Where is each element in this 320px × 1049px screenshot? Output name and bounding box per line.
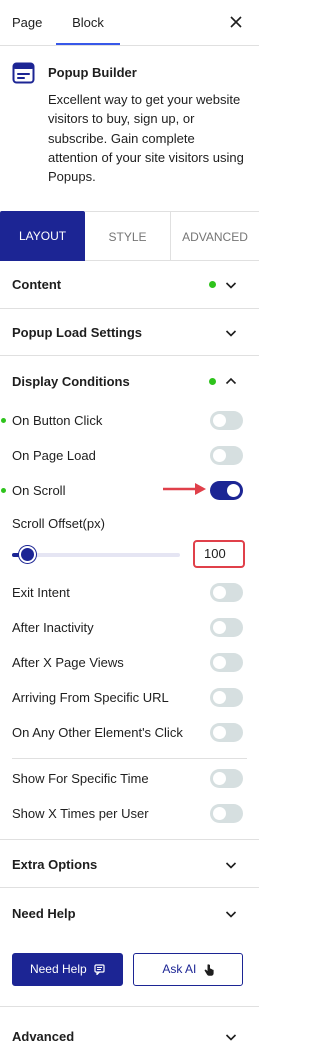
label-after-x-page-views: After X Page Views	[12, 655, 124, 670]
label-on-page-load: On Page Load	[12, 448, 96, 463]
tab-block[interactable]: Block	[56, 0, 120, 46]
section-title-display-conditions: Display Conditions	[12, 374, 130, 389]
ask-ai-button[interactable]: Ask AI	[133, 953, 243, 986]
modified-dot	[1, 488, 6, 493]
toggle-knob	[213, 414, 226, 427]
chevron-down-icon[interactable]	[224, 1030, 238, 1044]
label-show-x-times: Show X Times per User	[12, 806, 149, 821]
label-other-element-click: On Any Other Element's Click	[12, 725, 183, 740]
scroll-offset-input[interactable]: 100	[193, 540, 245, 568]
toggle-show-specific-time[interactable]	[210, 769, 243, 788]
scroll-offset-slider-thumb[interactable]	[19, 546, 36, 563]
section-need-help[interactable]: Need Help	[0, 888, 259, 938]
chevron-down-icon[interactable]	[224, 278, 238, 292]
label-after-inactivity: After Inactivity	[12, 620, 94, 635]
chat-icon	[94, 964, 105, 977]
chevron-down-icon[interactable]	[224, 326, 238, 340]
need-help-button[interactable]: Need Help	[12, 953, 123, 986]
block-title: Popup Builder	[48, 65, 137, 80]
chevron-down-icon[interactable]	[224, 907, 238, 921]
section-display-conditions[interactable]: Display Conditions	[0, 356, 259, 406]
panel-tabs: LAYOUT STYLE ADVANCED	[0, 211, 259, 261]
section-title-advanced: Advanced	[12, 1029, 75, 1044]
toggle-knob	[227, 484, 240, 497]
toggle-knob	[213, 621, 226, 634]
toggle-knob	[213, 807, 226, 820]
tab-advanced[interactable]: ADVANCED	[171, 211, 259, 261]
modified-dot	[1, 418, 6, 423]
tab-layout[interactable]: LAYOUT	[0, 211, 85, 261]
label-on-button-click: On Button Click	[12, 413, 103, 428]
scroll-offset-slider-track[interactable]	[12, 553, 180, 557]
modified-dot	[209, 378, 216, 385]
toggle-knob	[213, 586, 226, 599]
section-title-content: Content	[12, 277, 62, 292]
toggle-knob	[213, 691, 226, 704]
toggle-other-element-click[interactable]	[210, 723, 243, 742]
label-on-scroll: On Scroll	[12, 483, 66, 498]
toggle-knob	[213, 656, 226, 669]
toggle-show-x-times[interactable]	[210, 804, 243, 823]
chevron-up-icon[interactable]	[224, 374, 238, 388]
label-arriving-from-url: Arriving From Specific URL	[12, 690, 169, 705]
pointer-hand-icon	[204, 964, 214, 976]
section-title-popup-load: Popup Load Settings	[12, 325, 142, 340]
active-tab-indicator	[56, 43, 120, 45]
toggle-knob	[213, 772, 226, 785]
ask-ai-label: Ask AI	[162, 962, 197, 976]
toggle-knob	[213, 726, 226, 739]
block-description: Excellent way to get your website visito…	[48, 92, 244, 185]
toggle-on-button-click[interactable]	[210, 411, 243, 430]
section-content[interactable]: Content	[0, 262, 259, 309]
divider	[12, 758, 247, 759]
popup-window-icon	[12, 62, 35, 84]
tab-page[interactable]: Page	[12, 0, 42, 46]
toggle-after-x-page-views[interactable]	[210, 653, 243, 672]
close-icon[interactable]	[227, 13, 245, 31]
section-extra-options[interactable]: Extra Options	[0, 840, 259, 888]
section-advanced[interactable]: Advanced	[0, 1007, 259, 1049]
toggle-exit-intent[interactable]	[210, 583, 243, 602]
toggle-knob	[213, 449, 226, 462]
chevron-down-icon[interactable]	[224, 858, 238, 872]
need-help-label: Need Help	[29, 962, 87, 976]
panel-header: Page Block	[0, 0, 259, 46]
label-scroll-offset: Scroll Offset(px)	[12, 516, 105, 531]
toggle-on-scroll[interactable]	[210, 481, 243, 500]
modified-dot	[209, 281, 216, 288]
label-exit-intent: Exit Intent	[12, 585, 70, 600]
arrow-right-icon	[163, 483, 206, 495]
section-title-need-help: Need Help	[12, 906, 76, 921]
tab-style[interactable]: STYLE	[85, 211, 171, 261]
toggle-after-inactivity[interactable]	[210, 618, 243, 637]
section-popup-load-settings[interactable]: Popup Load Settings	[0, 309, 259, 356]
toggle-on-page-load[interactable]	[210, 446, 243, 465]
label-show-specific-time: Show For Specific Time	[12, 771, 149, 786]
section-title-extra-options: Extra Options	[12, 857, 98, 872]
toggle-arriving-from-url[interactable]	[210, 688, 243, 707]
